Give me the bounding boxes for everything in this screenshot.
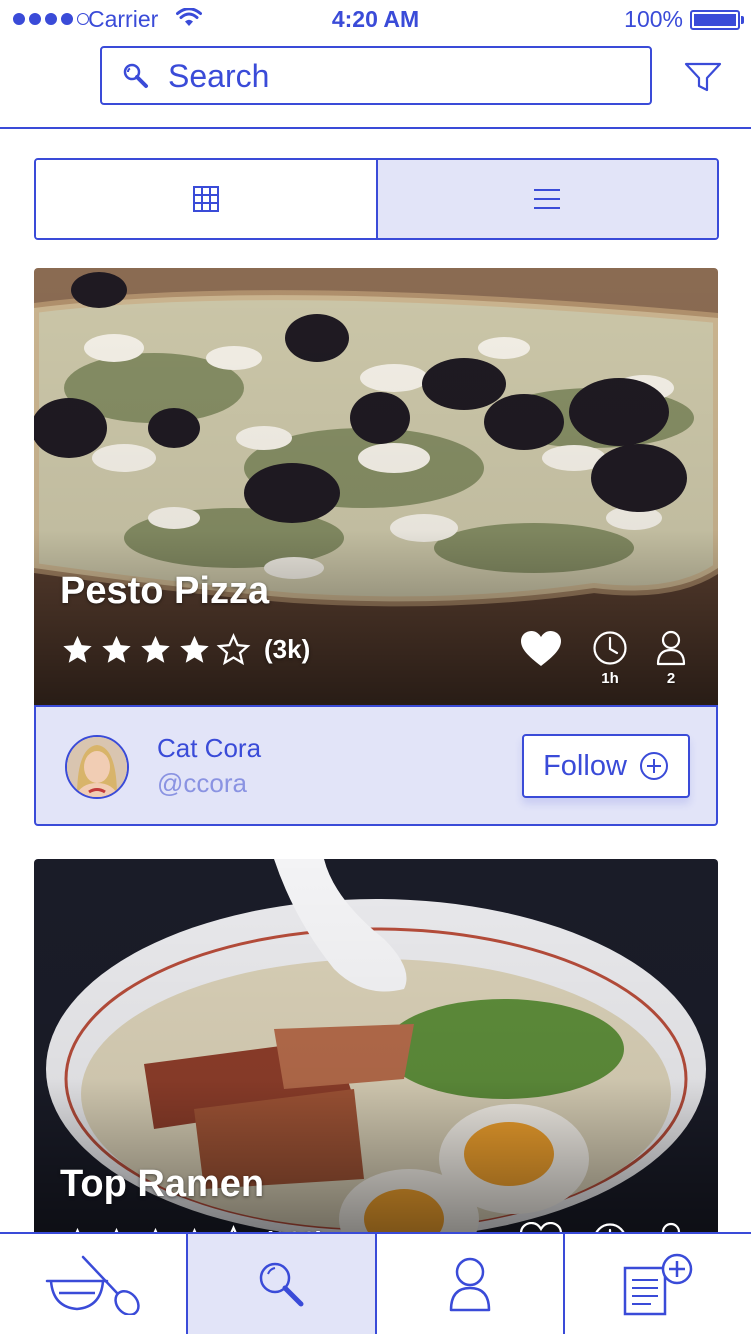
recipe-card-image[interactable]: Pesto Pizza (3k) 1h 2 bbox=[34, 268, 718, 705]
star-filled-icon bbox=[102, 635, 131, 663]
star-rating bbox=[60, 633, 251, 667]
star-filled-icon bbox=[141, 635, 170, 663]
star-filled-icon bbox=[180, 635, 209, 663]
grid-icon bbox=[192, 186, 219, 212]
grid-view-tab[interactable] bbox=[36, 160, 378, 238]
recipe-card-image[interactable]: Top Ramen (300) bbox=[34, 859, 718, 1259]
heart-icon bbox=[521, 631, 561, 666]
tab-search[interactable] bbox=[188, 1234, 377, 1334]
cook-time-label: 1h bbox=[601, 670, 619, 687]
clock-icon bbox=[593, 631, 627, 665]
author-handle: @ccora bbox=[157, 768, 247, 798]
author-name[interactable]: Cat Cora bbox=[157, 733, 261, 764]
author-row: Cat Cora @ccora Follow bbox=[34, 705, 718, 826]
search-icon bbox=[260, 1262, 304, 1307]
search-input[interactable] bbox=[168, 56, 628, 96]
star-empty-icon bbox=[216, 633, 251, 666]
servings: 2 bbox=[656, 630, 686, 687]
person-icon bbox=[656, 630, 686, 666]
rating-count: (3k) bbox=[264, 634, 311, 664]
recipe-title: Pesto Pizza bbox=[60, 570, 270, 612]
new-recipe-icon bbox=[623, 1253, 693, 1316]
favorite-button[interactable] bbox=[520, 630, 562, 668]
filter-icon[interactable] bbox=[684, 62, 722, 92]
list-view-tab[interactable] bbox=[377, 160, 717, 238]
battery-percentage: 100% bbox=[624, 6, 683, 32]
follow-label: Follow bbox=[543, 749, 627, 782]
cook-time: 1h bbox=[592, 630, 628, 687]
tab-bar bbox=[0, 1232, 751, 1334]
star-filled-icon bbox=[63, 635, 92, 663]
header-divider bbox=[0, 127, 751, 129]
status-bar: Carrier 4:20 AM 100% bbox=[0, 0, 751, 40]
search-bar[interactable] bbox=[100, 46, 652, 105]
profile-icon bbox=[449, 1257, 490, 1312]
servings-label: 2 bbox=[666, 670, 676, 687]
battery-icon bbox=[690, 10, 744, 30]
author-photo bbox=[67, 737, 127, 797]
list-icon bbox=[534, 189, 561, 209]
tab-recipes[interactable] bbox=[0, 1234, 189, 1334]
tab-new-recipe[interactable] bbox=[565, 1234, 751, 1334]
view-toggle bbox=[34, 158, 719, 240]
search-icon bbox=[123, 63, 148, 88]
tab-profile[interactable] bbox=[377, 1234, 565, 1334]
follow-button[interactable]: Follow bbox=[522, 734, 690, 798]
avatar[interactable] bbox=[65, 735, 129, 799]
recipe-title: Top Ramen bbox=[60, 1163, 265, 1205]
plus-circle-icon bbox=[639, 752, 668, 780]
bowl-spoon-icon bbox=[45, 1255, 140, 1315]
